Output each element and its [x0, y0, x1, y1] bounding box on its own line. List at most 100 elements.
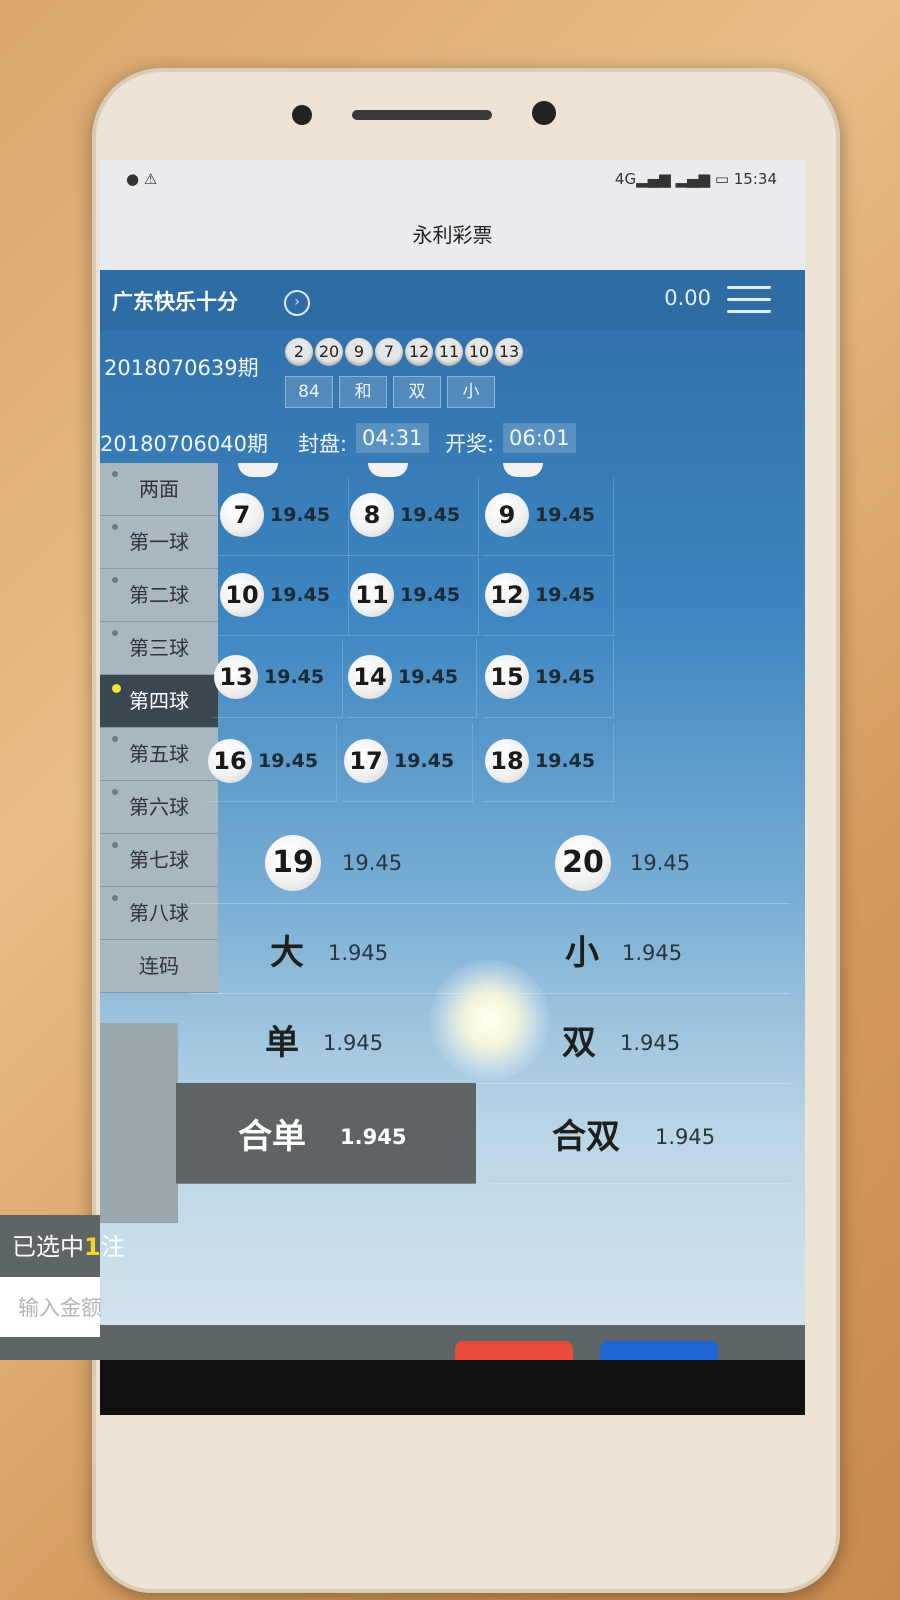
number-bet-cell[interactable]: 12 19.45 — [483, 557, 614, 636]
size-bet-row: 大 1.945 小 1.945 — [190, 903, 805, 994]
number-bet-cell[interactable]: 20 19.45 — [490, 813, 790, 904]
number-bet-cell[interactable]: 17 19.45 — [342, 723, 473, 802]
number-bet-cell[interactable]: 10 19.45 — [218, 557, 349, 636]
result-ball: 12 — [405, 338, 433, 366]
bet-label: 小 — [565, 933, 599, 973]
result-ball: 11 — [435, 338, 463, 366]
odds-value: 1.945 — [655, 1125, 716, 1149]
sidebar-item-ball-1[interactable]: 第一球 — [100, 516, 218, 569]
number-bet-cell[interactable]: 7 19.45 — [218, 477, 349, 556]
number-ball: 12 — [485, 573, 529, 617]
odds-value: 1.945 — [340, 1125, 407, 1149]
bet-option-hedan[interactable]: 合单 1.945 — [176, 1083, 476, 1184]
parity-bet-row: 单 1.945 双 1.945 — [190, 993, 805, 1084]
indicator-dot — [112, 736, 118, 742]
number-bet-cell[interactable]: 15 19.45 — [483, 639, 614, 718]
lottery-header: 广东快乐十分 › 0.00 — [100, 270, 805, 330]
sidebar-item-label: 第二球 — [129, 583, 189, 607]
selection-summary-visible: 已选中1注 — [12, 1227, 125, 1262]
number-bet-cell[interactable]: 19 19.45 — [190, 813, 490, 904]
number-bet-cell[interactable]: 13 19.45 — [212, 639, 343, 718]
number-ball: 7 — [220, 493, 264, 537]
sidebar-item-ball-5[interactable]: 第五球 — [100, 728, 218, 781]
number-bet-cell[interactable]: 11 19.45 — [348, 557, 479, 636]
betting-page: 广东快乐十分 › 0.00 2018070639期 2 20 9 7 12 11 10 13 … — [100, 270, 805, 1415]
odds-value: 19.45 — [535, 666, 596, 688]
number-bet-cell[interactable]: 14 19.45 — [346, 639, 477, 718]
previous-issue: 2018070639期 — [104, 356, 259, 380]
sidebar-item-label: 第一球 — [129, 530, 189, 554]
sidebar-item-label: 两面 — [139, 477, 179, 501]
current-draw: 20180706040期 封盘: 04:31 开奖: 06:01 — [100, 420, 805, 460]
sidebar-item-label: 第五球 — [129, 742, 189, 766]
navigation-bar — [100, 1360, 805, 1415]
number-ball: 11 — [350, 573, 394, 617]
number-bet-cell[interactable]: 9 19.45 — [483, 477, 614, 556]
current-issue: 20180706040期 — [100, 432, 268, 456]
partial-ball-top — [368, 463, 408, 477]
indicator-dot — [112, 842, 118, 848]
indicator-dot — [112, 524, 118, 530]
selection-suffix: 注 — [100, 1233, 125, 1261]
result-tag: 双 — [393, 376, 441, 408]
result-ball: 13 — [495, 338, 523, 366]
sidebar-item-liangmian[interactable]: 两面 — [100, 463, 218, 516]
result-ball: 9 — [345, 338, 373, 366]
amount-placeholder-visible: 输入金额 — [18, 1296, 102, 1320]
result-tag: 84 — [285, 376, 333, 408]
earpiece — [352, 110, 492, 120]
sidebar-item-label: 第六球 — [129, 795, 189, 819]
selection-prefix: 已选中 — [12, 1233, 84, 1261]
odds-value: 19.45 — [630, 851, 691, 875]
bet-option-shuang[interactable]: 双 1.945 — [490, 993, 790, 1084]
odds-value: 1.945 — [323, 1031, 384, 1055]
chevron-right-icon[interactable]: › — [284, 290, 310, 316]
result-ball: 2 — [285, 338, 313, 366]
number-ball: 17 — [344, 739, 388, 783]
number-ball: 19 — [265, 835, 321, 891]
odds-value: 19.45 — [400, 584, 461, 606]
odds-value: 19.45 — [258, 750, 319, 772]
bet-option-da[interactable]: 大 1.945 — [190, 903, 490, 994]
result-tag: 和 — [339, 376, 387, 408]
indicator-dot — [112, 895, 118, 901]
result-ball: 7 — [375, 338, 403, 366]
sidebar-item-ball-2[interactable]: 第二球 — [100, 569, 218, 622]
sidebar-item-label: 第三球 — [129, 636, 189, 660]
odds-value: 19.45 — [264, 666, 325, 688]
account-balance: 0.00 — [664, 286, 711, 310]
sidebar-item-label: 第七球 — [129, 848, 189, 872]
selection-count: 1 — [84, 1233, 101, 1261]
sidebar-item-ball-4[interactable]: 第四球 — [100, 675, 218, 728]
bet-label: 合双 — [552, 1117, 620, 1157]
number-ball: 16 — [208, 739, 252, 783]
bet-option-dan[interactable]: 单 1.945 — [190, 993, 490, 1084]
number-ball: 10 — [220, 573, 264, 617]
hamburger-menu-icon[interactable] — [727, 286, 771, 316]
odds-value: 19.45 — [270, 584, 331, 606]
number-ball: 9 — [485, 493, 529, 537]
sidebar-item-ball-3[interactable]: 第三球 — [100, 622, 218, 675]
number-ball: 8 — [350, 493, 394, 537]
number-bet-cell[interactable]: 18 19.45 — [483, 723, 614, 802]
number-bet-cell[interactable]: 8 19.45 — [348, 477, 479, 556]
odds-value: 19.45 — [270, 504, 331, 526]
indicator-dot — [112, 684, 121, 693]
indicator-dot — [112, 630, 118, 636]
sidebar-item-label: 连码 — [139, 954, 179, 978]
number-bet-row-wide: 19 19.45 20 19.45 — [190, 813, 805, 904]
open-countdown: 06:01 — [503, 423, 576, 453]
number-ball: 15 — [485, 655, 529, 699]
odds-value: 1.945 — [622, 941, 683, 965]
bet-label: 双 — [562, 1023, 596, 1063]
lottery-name[interactable]: 广东快乐十分 — [112, 286, 238, 316]
previous-draw: 2018070639期 2 20 9 7 12 11 10 13 84 和双小 — [100, 338, 805, 418]
bet-label: 大 — [270, 933, 304, 973]
status-icons-left: ● ⚠ — [126, 170, 158, 188]
bet-label: 单 — [265, 1023, 299, 1063]
number-ball: 20 — [555, 835, 611, 891]
bet-option-heshuang[interactable]: 合双 1.945 — [490, 1083, 790, 1184]
result-tag: 小 — [447, 376, 495, 408]
bet-option-xiao[interactable]: 小 1.945 — [490, 903, 790, 994]
number-bet-cell[interactable]: 16 19.45 — [206, 723, 337, 802]
